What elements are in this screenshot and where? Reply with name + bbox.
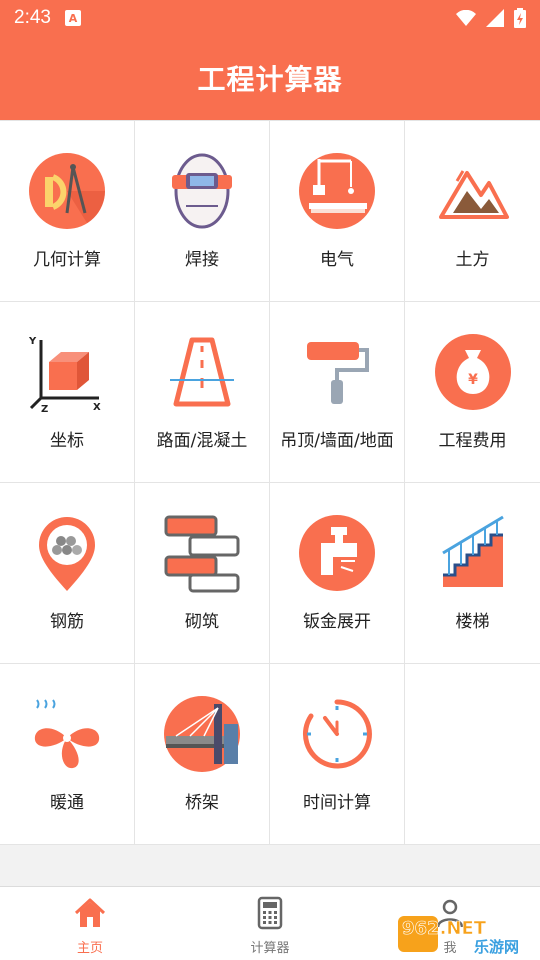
grid-item-label: 工程费用: [438, 431, 507, 451]
grid-item-label: 砌筑: [185, 612, 219, 632]
hvac-fan-icon: [34, 699, 100, 769]
grid-item-label: 几何计算: [33, 250, 101, 270]
paint-roller-icon: [307, 342, 369, 404]
notification-icon: A: [64, 10, 81, 26]
svg-text:¥: ¥: [468, 372, 478, 388]
grid-item-time[interactable]: 时间计算: [270, 664, 405, 845]
svg-text:Z: Z: [41, 404, 48, 412]
bridge-icon: [164, 696, 240, 772]
grid-item-label: 钣金展开: [303, 612, 371, 632]
status-time: 2:43: [14, 7, 51, 28]
tool-grid: 几何计算 焊接 电气 土方 Y X Z 坐标 路面/混凝土 吊顶/墙面/地面 ¥…: [0, 120, 540, 845]
grid-item-cost[interactable]: ¥ 工程费用: [405, 302, 540, 483]
rebar-pin-icon: [39, 517, 95, 591]
signal-icon: [486, 9, 504, 27]
grid-item-label: 坐标: [50, 431, 84, 451]
faucet-icon: [299, 515, 375, 591]
grid-item-electric[interactable]: 电气: [270, 121, 405, 302]
grid-item-earthwork[interactable]: 土方: [405, 121, 540, 302]
svg-text:Y: Y: [28, 336, 37, 347]
status-bar: 2:43 A: [0, 0, 540, 36]
page-title: 工程计算器: [197, 63, 343, 96]
watermark-bottom-text: 乐游网: [474, 938, 519, 956]
grid-item-bridge[interactable]: 桥架: [135, 664, 270, 845]
grid-empty-cell: [405, 664, 540, 845]
svg-text:X: X: [93, 402, 101, 412]
road-icon: [170, 337, 234, 407]
grid-item-coordinate[interactable]: Y X Z 坐标: [0, 302, 135, 483]
grid-item-label: 吊顶/墙面/地面: [280, 431, 394, 451]
grid-item-rebar[interactable]: 钢筋: [0, 483, 135, 664]
clock-icon: [302, 699, 372, 769]
bricks-icon: [164, 515, 240, 593]
grid-item-masonry[interactable]: 砌筑: [135, 483, 270, 664]
battery-icon: [514, 8, 526, 28]
electric-lamp-icon: [299, 153, 375, 229]
watermark-top-text: 962.NET: [402, 918, 487, 939]
grid-item-label: 电气: [320, 250, 354, 270]
grid-item-label: 时间计算: [303, 793, 371, 813]
grid-item-label: 桥架: [185, 793, 219, 813]
grid-item-roller[interactable]: 吊顶/墙面/地面: [270, 302, 405, 483]
welding-mask-icon: [172, 153, 232, 229]
coordinate-cube-icon: Y X Z: [28, 336, 101, 412]
grid-item-road[interactable]: 路面/混凝土: [135, 302, 270, 483]
tab-label: 计算器: [250, 941, 290, 956]
grid-item-label: 暖通: [50, 793, 84, 813]
home-icon: [74, 898, 106, 927]
tab-label: 主页: [76, 941, 103, 956]
money-bag-icon: ¥: [434, 334, 511, 410]
grid-item-label: 土方: [455, 250, 490, 270]
grid-item-welding[interactable]: 焊接: [135, 121, 270, 302]
tab-home[interactable]: 主页: [0, 887, 180, 960]
grid-item-label: 钢筋: [50, 612, 84, 632]
stairs-icon: [441, 515, 504, 587]
geometry-compass-icon: [29, 153, 105, 229]
calculator-icon: [257, 896, 283, 930]
wifi-icon: [456, 10, 476, 26]
earthwork-mountain-icon: [438, 170, 509, 219]
grid-item-label: 楼梯: [455, 612, 490, 632]
app-header: 工程计算器: [0, 36, 540, 120]
grid-item-label: 焊接: [185, 250, 219, 270]
tab-calculator[interactable]: 计算器: [180, 887, 360, 960]
watermark-logo: 962.NET 乐游网: [398, 916, 519, 956]
grid-item-geometry[interactable]: 几何计算: [0, 121, 135, 302]
grid-item-label: 路面/混凝土: [156, 431, 248, 451]
grid-item-sheet-metal[interactable]: 钣金展开: [270, 483, 405, 664]
grid-item-stairs[interactable]: 楼梯: [405, 483, 540, 664]
grid-item-hvac[interactable]: 暖通: [0, 664, 135, 845]
